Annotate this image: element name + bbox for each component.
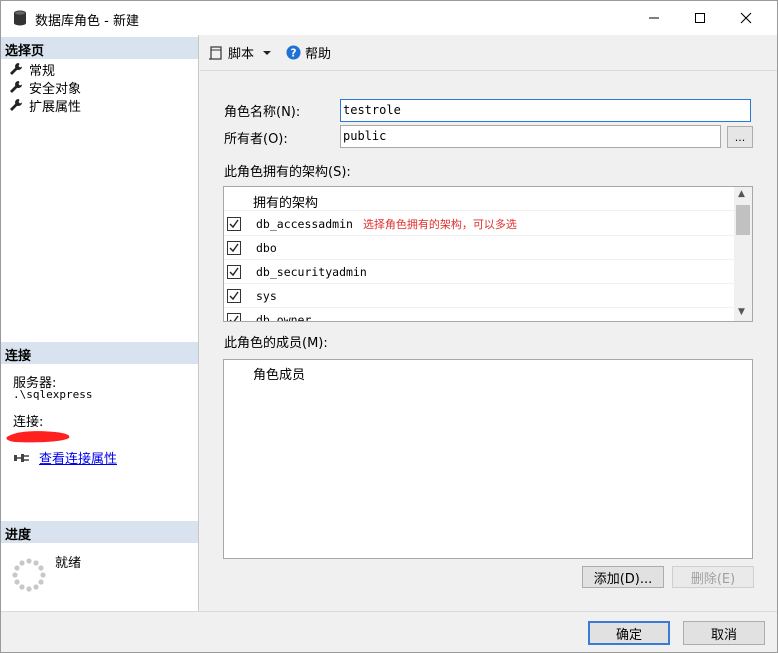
owned-schemas-list: 拥有的架构 db_accessadmin 选择角色拥有的架构，可以多选 dbo … bbox=[223, 186, 753, 322]
checkmark-icon bbox=[229, 243, 239, 252]
schema-row: db_securityadmin bbox=[224, 260, 734, 284]
progress-status: 就绪 bbox=[55, 556, 82, 571]
ok-button[interactable]: 确定 bbox=[588, 621, 670, 645]
add-member-button[interactable]: 添加(D)... bbox=[582, 566, 664, 588]
svg-text:?: ? bbox=[291, 47, 297, 59]
close-icon bbox=[740, 12, 752, 24]
schema-row: db_owner bbox=[224, 308, 734, 322]
schema-row: db_accessadmin 选择角色拥有的架构，可以多选 bbox=[224, 212, 734, 236]
wrench-icon bbox=[10, 63, 22, 75]
schemas-scrollbar[interactable]: ▲ ▼ bbox=[734, 187, 752, 321]
wrench-icon bbox=[10, 81, 22, 93]
script-icon bbox=[209, 45, 222, 60]
members-column-header: 角色成员 bbox=[253, 368, 306, 383]
help-icon: ? bbox=[286, 45, 301, 60]
help-button[interactable]: ? 帮助 bbox=[286, 43, 331, 62]
checkmark-icon bbox=[229, 315, 239, 321]
progress-spinner-icon bbox=[12, 558, 46, 592]
schema-name: db_securityadmin bbox=[256, 264, 367, 279]
owner-label: 所有者(O): bbox=[224, 132, 288, 147]
page-item-label: 扩展属性 bbox=[29, 99, 82, 115]
page-item-securables[interactable]: 安全对象 bbox=[9, 78, 82, 97]
owner-input[interactable]: public bbox=[340, 125, 721, 148]
connection-header: 连接 bbox=[1, 342, 198, 364]
schema-checkbox[interactable] bbox=[227, 288, 241, 303]
page-item-label: 安全对象 bbox=[29, 81, 82, 97]
server-value: .\sqlexpress bbox=[13, 388, 93, 401]
chevron-down-icon bbox=[263, 50, 272, 55]
role-members-list[interactable]: 角色成员 bbox=[223, 359, 753, 559]
script-dropdown[interactable] bbox=[262, 49, 276, 57]
schema-name: dbo bbox=[256, 240, 277, 255]
view-connection-properties: 查看连接属性 bbox=[13, 448, 117, 467]
role-name-label: 角色名称(N): bbox=[224, 105, 301, 120]
role-name-input[interactable]: testrole bbox=[340, 99, 751, 122]
right-pane: 脚本 ? 帮助 角色名称(N): testrole 所有者(O): public… bbox=[200, 35, 777, 611]
view-connection-properties-link[interactable]: 查看连接属性 bbox=[39, 448, 117, 467]
database-role-dialog: 数据库角色 - 新建 选择页 常规 安全对象 扩展属性 连接 服务器: .\sq… bbox=[0, 0, 778, 653]
page-item-label: 常规 bbox=[29, 63, 56, 79]
page-item-extended-properties[interactable]: 扩展属性 bbox=[9, 96, 82, 115]
schemas-column-header: 拥有的架构 bbox=[224, 189, 734, 211]
title-bar: 数据库角色 - 新建 bbox=[1, 1, 777, 35]
scroll-up-icon[interactable]: ▲ bbox=[738, 189, 745, 199]
window-title: 数据库角色 - 新建 bbox=[35, 14, 139, 29]
schema-name: db_accessadmin bbox=[256, 216, 353, 231]
redaction-mark bbox=[6, 431, 70, 443]
database-icon bbox=[14, 10, 26, 26]
schemas-label: 此角色拥有的架构(S): bbox=[224, 165, 351, 180]
schema-checkbox[interactable] bbox=[227, 216, 241, 231]
scroll-down-icon[interactable]: ▼ bbox=[738, 307, 745, 317]
schema-name: sys bbox=[256, 288, 277, 303]
cancel-button[interactable]: 取消 bbox=[683, 621, 765, 645]
script-label: 脚本 bbox=[228, 47, 255, 62]
script-button[interactable]: 脚本 bbox=[208, 43, 254, 62]
schema-checkbox[interactable] bbox=[227, 264, 241, 279]
schema-row: dbo bbox=[224, 236, 734, 260]
checkmark-icon bbox=[229, 219, 239, 228]
connection-plug-icon bbox=[14, 453, 29, 462]
schema-checkbox[interactable] bbox=[227, 240, 241, 255]
schema-row: sys bbox=[224, 284, 734, 308]
schema-checkbox[interactable] bbox=[227, 312, 241, 321]
schema-name: db_owner bbox=[256, 312, 312, 322]
checkmark-icon bbox=[229, 291, 239, 300]
page-item-general[interactable]: 常规 bbox=[9, 60, 81, 79]
annotation-note: 选择角色拥有的架构，可以多选 bbox=[362, 217, 517, 231]
members-label: 此角色的成员(M): bbox=[224, 336, 328, 351]
wrench-icon bbox=[10, 99, 22, 111]
help-label: 帮助 bbox=[305, 47, 332, 62]
minimize-button[interactable] bbox=[631, 1, 677, 35]
maximize-icon bbox=[695, 13, 705, 23]
select-page-header: 选择页 bbox=[1, 37, 198, 59]
remove-member-button[interactable]: 删除(E) bbox=[672, 566, 754, 588]
toolbar: 脚本 ? 帮助 bbox=[200, 35, 777, 71]
close-button[interactable] bbox=[723, 1, 769, 35]
browse-owner-button[interactable]: ... bbox=[727, 126, 753, 148]
dialog-footer: 确定 取消 bbox=[1, 611, 777, 652]
left-pane: 选择页 常规 安全对象 扩展属性 连接 服务器: .\sqlexpress 连接… bbox=[1, 35, 199, 611]
maximize-button[interactable] bbox=[677, 1, 723, 35]
scroll-thumb[interactable] bbox=[736, 205, 750, 235]
checkmark-icon bbox=[229, 267, 239, 276]
progress-header: 进度 bbox=[1, 521, 198, 543]
minimize-icon bbox=[649, 17, 659, 19]
page-list: 常规 安全对象 扩展属性 bbox=[9, 60, 82, 115]
